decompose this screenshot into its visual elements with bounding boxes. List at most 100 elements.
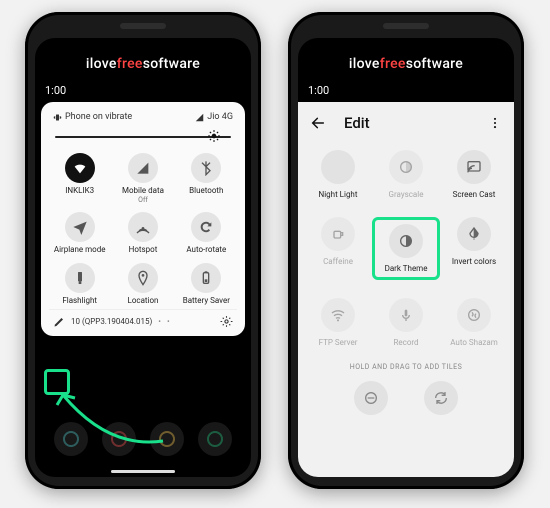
qs-tile-bt[interactable]: Bluetooth [176,153,237,204]
cup-icon [321,217,355,251]
qs-tile-sublabel: Off [112,196,173,204]
qs-tile-wifi[interactable]: INKLIK3 [49,153,110,204]
pin-icon [128,263,158,293]
page-dots: • • [158,317,171,326]
qs-tile-label: Bluetooth [176,187,237,196]
watermark-post: software [143,56,200,72]
watermark: ilovefreesoftware [35,56,251,72]
qs-tile-label: Hotspot [112,246,173,255]
invert-icon [457,217,491,251]
rotate-icon [191,212,221,242]
watermark: ilovefreesoftware [298,56,514,72]
gray-icon [389,150,423,184]
screen-right: ilovefreesoftware 1:00 Edit Night LightG… [298,38,514,477]
wifi-icon [65,153,95,183]
edit-tile-label: Night Light [304,190,372,199]
cell-icon [128,153,158,183]
edit-tile-label: FTP Server [304,338,372,347]
wifi2-icon [321,298,355,332]
watermark-pre: ilove [349,56,380,72]
qs-top-row: Phone on vibrate Jio 4G [49,110,237,127]
edit-tile-gray[interactable]: Grayscale [372,150,440,199]
edit-tile-label: Record [372,338,440,347]
edit-tile-cast[interactable]: Screen Cast [440,150,508,199]
phone-frame-left: ilovefreesoftware 1:00 Phone on vibrate [25,12,261,489]
qs-tile-cell[interactable]: Mobile dataOff [112,153,173,204]
edit-tile-label: Dark Theme [379,264,433,273]
half-icon [389,224,423,258]
edit-pencil-icon[interactable] [53,316,65,328]
edit-tile-label: Auto Shazam [440,338,508,347]
qs-tile-grid: INKLIK3Mobile dataOffBluetooth Airplane m… [49,151,237,309]
slider-track [55,136,231,138]
slider-thumb-brightness-icon[interactable] [207,129,221,143]
qs-tile-battery[interactable]: Battery Saver [176,263,237,306]
qs-tile-rotate[interactable]: Auto-rotate [176,212,237,255]
mic-icon [389,298,423,332]
screen-left: ilovefreesoftware 1:00 Phone on vibrate [35,38,251,477]
status-time: 1:00 [308,84,329,97]
dock-app[interactable] [198,422,232,456]
available-tile-dnd[interactable] [354,381,388,415]
available-tile-sync[interactable] [424,381,458,415]
edit-tile-grid: Night LightGrayscaleScreen Cast Caffeine D… [298,142,514,353]
qs-tile-torch[interactable]: Flashlight [49,263,110,306]
build-text: 10 (QPP3.190404.015) [71,317,152,326]
quick-settings-panel: Phone on vibrate Jio 4G INKLIK3Mobile da… [41,102,245,336]
phone-speaker [120,23,166,29]
annotation-highlight-pencil [44,369,70,395]
qs-tile-plane[interactable]: Airplane mode [49,212,110,255]
bt-icon [191,153,221,183]
brightness-slider[interactable] [55,129,231,145]
moon-icon [321,150,355,184]
watermark-pre: ilove [86,56,117,72]
qs-signal-text: Jio 4G [207,112,233,122]
vibrate-icon [53,113,62,122]
edit-tile-mic[interactable]: Record [372,298,440,347]
qs-tile-pin[interactable]: Location [112,263,173,306]
edit-tile-shazam[interactable]: Auto Shazam [440,298,508,347]
back-arrow-icon[interactable] [310,115,326,131]
hotspot-icon [128,212,158,242]
edit-tile-wifi2[interactable]: FTP Server [304,298,372,347]
dock-app[interactable] [150,422,184,456]
edit-tile-cup[interactable]: Caffeine [304,217,372,280]
watermark-accent: free [380,56,406,72]
dock-app[interactable] [102,422,136,456]
edit-title: Edit [344,114,370,132]
battery-icon [191,263,221,293]
plane-icon [65,212,95,242]
signal-icon [195,113,204,122]
edit-tiles-screen: Edit Night LightGrayscaleScreen Cast Caff… [298,102,514,477]
home-dock [35,415,251,463]
qs-tile-label: Flashlight [49,297,110,306]
edit-tile-label: Screen Cast [440,190,508,199]
screenshot-stage: ilovefreesoftware 1:00 Phone on vibrate [0,0,550,508]
nav-pill[interactable] [111,470,175,473]
qs-status-text: Phone on vibrate [65,112,132,122]
edit-header: Edit [298,102,514,142]
status-time: 1:00 [45,84,66,97]
dock-app[interactable] [54,422,88,456]
overflow-menu-icon[interactable] [488,116,502,130]
available-tiles-row [298,381,514,421]
edit-tile-label: Grayscale [372,190,440,199]
qs-tile-label: INKLIK3 [49,187,110,196]
qs-tile-label: Airplane mode [49,246,110,255]
edit-tile-invert[interactable]: Invert colors [440,217,508,280]
edit-tile-moon[interactable]: Night Light [304,150,372,199]
edit-tile-label: Invert colors [440,257,508,266]
qs-footer: 10 (QPP3.190404.015) • • [49,309,237,330]
edit-tile-dark-theme-highlighted[interactable]: Dark Theme [372,217,440,280]
phone-speaker [383,23,429,29]
qs-tile-hotspot[interactable]: Hotspot [112,212,173,255]
qs-tile-label: Battery Saver [176,297,237,306]
watermark-accent: free [117,56,143,72]
settings-gear-icon[interactable] [220,315,233,328]
qs-tile-label: Location [112,297,173,306]
torch-icon [65,263,95,293]
phone-frame-right: ilovefreesoftware 1:00 Edit Night LightG… [288,12,524,489]
qs-tile-label: Auto-rotate [176,246,237,255]
qs-tile-label: Mobile data [112,187,173,196]
cast-icon [457,150,491,184]
